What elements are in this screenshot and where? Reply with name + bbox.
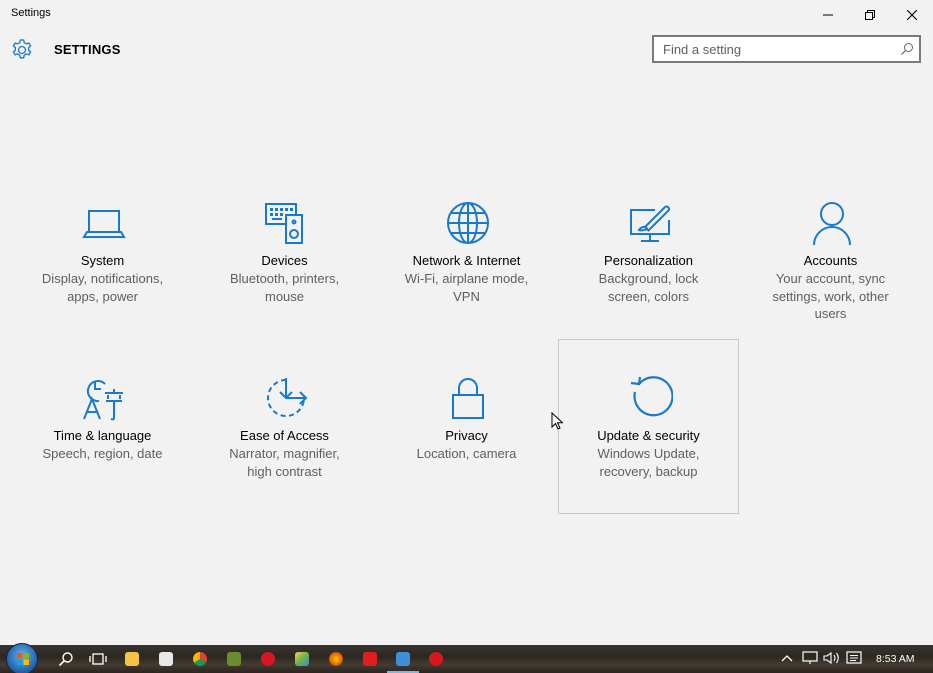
volume-icon[interactable] [823, 651, 841, 665]
tile-label: Personalization [604, 253, 693, 268]
restore-icon [865, 10, 875, 20]
taskbar-app[interactable] [224, 649, 244, 669]
taskbar: 8:53 AM [0, 643, 933, 673]
settings-icon [396, 652, 410, 666]
paint-monitor-icon [630, 205, 670, 242]
tile-time-language[interactable]: Time & language Speech, region, date [12, 339, 193, 514]
taskbar-settings[interactable] [387, 649, 419, 673]
title-bar: Settings [0, 0, 933, 30]
person-icon [813, 202, 851, 246]
tile-network-internet[interactable]: Network & Internet Wi-Fi, airplane mode,… [376, 165, 557, 340]
taskbar-clock[interactable]: 8:53 AM [876, 653, 915, 665]
tile-description: Wi-Fi, airplane mode, VPN [404, 271, 529, 304]
search-box[interactable] [652, 35, 921, 63]
search-icon[interactable] [900, 42, 914, 56]
windows-logo-icon [17, 653, 29, 665]
chevron-up-icon[interactable] [781, 651, 793, 665]
tile-devices[interactable]: Devices Bluetooth, printers, mouse [194, 165, 375, 340]
refresh-icon [630, 376, 673, 417]
task-view-button[interactable] [88, 649, 108, 669]
search-icon [58, 652, 73, 667]
chrome-icon [193, 652, 207, 666]
tile-label: Update & security [597, 428, 700, 443]
close-icon [907, 10, 917, 20]
file-explorer-icon [125, 652, 139, 666]
start-button[interactable] [6, 643, 38, 673]
tile-label: Ease of Access [240, 428, 329, 443]
mouse-cursor-icon [551, 412, 563, 430]
tile-label: Privacy [445, 428, 488, 443]
taskbar-search-button[interactable] [56, 649, 76, 669]
store-icon [159, 652, 173, 666]
tile-label: System [80, 253, 125, 268]
task-view-icon [89, 653, 107, 665]
tile-label: Devices [261, 253, 308, 268]
taskbar-opera[interactable] [258, 649, 278, 669]
clock-language-icon [83, 380, 123, 421]
window-title: Settings [11, 7, 51, 19]
network-icon[interactable] [802, 651, 818, 665]
restore-button[interactable] [849, 0, 891, 30]
taskbar-photos[interactable] [292, 649, 312, 669]
close-button[interactable] [891, 0, 933, 30]
tile-description: Location, camera [416, 446, 517, 461]
tile-description: Windows Update, recovery, backup [597, 446, 700, 479]
app-icon [227, 652, 241, 666]
tile-description: Narrator, magnifier, high contrast [229, 446, 340, 479]
photos-icon [295, 652, 309, 666]
taskbar-chrome[interactable] [190, 649, 210, 669]
tile-system[interactable]: System Display, notifications, apps, powe… [12, 165, 193, 340]
tile-label: Network & Internet [412, 253, 521, 268]
tile-update-security[interactable]: Update & security Windows Update, recover… [558, 339, 739, 514]
keyboard-speaker-icon [265, 203, 303, 244]
laptop-icon [82, 210, 126, 238]
tile-description: Display, notifications, apps, power [41, 271, 164, 304]
tile-description: Your account, sync settings, work, other u… [772, 271, 889, 321]
globe-icon [447, 202, 489, 244]
app-icon [429, 652, 443, 666]
tile-description: Background, lock screen, colors [598, 271, 699, 304]
tile-privacy[interactable]: Privacy Location, camera [376, 339, 557, 514]
app-icon [363, 652, 377, 666]
taskbar-store[interactable] [156, 649, 176, 669]
search-input[interactable] [654, 37, 894, 61]
taskbar-file-explorer[interactable] [122, 649, 142, 669]
firefox-icon [329, 652, 343, 666]
action-center-icon[interactable] [846, 651, 862, 665]
minimize-icon [823, 14, 833, 16]
tile-ease-of-access[interactable]: Ease of Access Narrator, magnifier, high … [194, 339, 375, 514]
tile-label: Accounts [803, 253, 858, 268]
opera-icon [261, 652, 275, 666]
lock-icon [452, 378, 484, 419]
minimize-button[interactable] [807, 0, 849, 30]
tile-description: Speech, region, date [42, 446, 163, 461]
tile-description: Bluetooth, printers, mouse [229, 271, 340, 304]
page-title: SETTINGS [54, 42, 121, 57]
tile-label: Time & language [53, 428, 152, 443]
gear-icon [12, 39, 32, 59]
tile-personalization[interactable]: Personalization Background, lock screen, … [558, 165, 739, 340]
ease-of-access-icon [267, 378, 308, 417]
taskbar-firefox[interactable] [326, 649, 346, 669]
taskbar-app[interactable] [360, 649, 380, 669]
taskbar-app[interactable] [426, 649, 446, 669]
tile-accounts[interactable]: Accounts Your account, sync settings, wor… [740, 165, 921, 340]
